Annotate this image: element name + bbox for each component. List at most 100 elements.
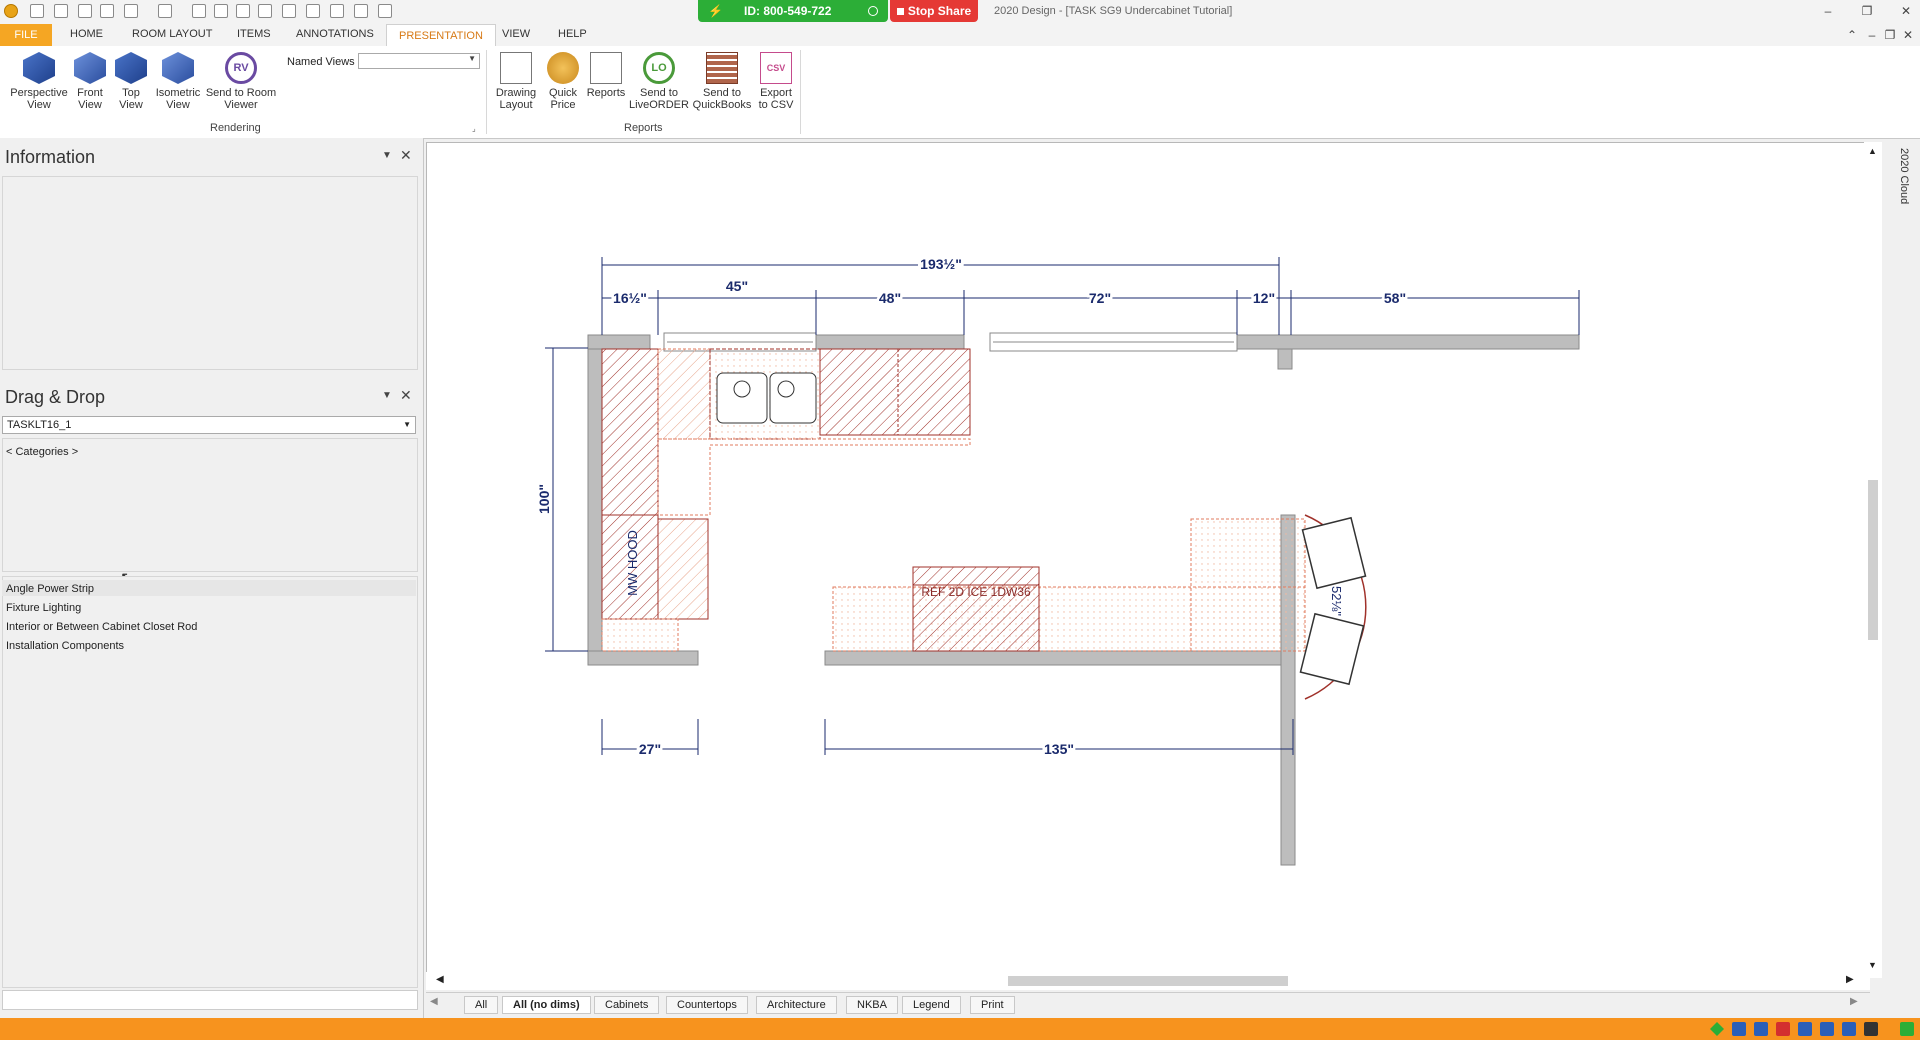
wall-top-mid	[815, 334, 965, 350]
cut-icon[interactable]	[192, 4, 206, 18]
diamond-icon[interactable]	[1710, 1022, 1724, 1036]
send-to-liveorder-button[interactable]: LO Send to LiveORDER	[629, 52, 689, 111]
dialog-launcher-icon[interactable]: ⌟	[472, 124, 476, 133]
copy-icon[interactable]	[214, 4, 228, 18]
fit-icon[interactable]	[330, 4, 344, 18]
catalog-dropdown[interactable]: TASKLT16_1 ▼	[2, 416, 416, 434]
information-panel-body	[2, 176, 418, 370]
quick-price-button[interactable]: Quick Price	[544, 52, 582, 111]
list-item[interactable]: Interior or Between Cabinet Closet Rod	[6, 621, 197, 633]
chevron-down-icon[interactable]: ▼	[382, 390, 392, 401]
group-separator	[486, 50, 487, 134]
new-file-icon[interactable]	[54, 4, 68, 18]
ribbon-collapse-icon[interactable]: ⌃	[1842, 27, 1862, 43]
link-icon[interactable]	[1842, 1022, 1856, 1036]
open-folder-icon[interactable]	[78, 4, 92, 18]
tab-all-no-dims[interactable]: All (no dims)	[502, 996, 591, 1014]
chevron-down-icon[interactable]: ▼	[382, 150, 392, 161]
tab-nkba[interactable]: NKBA	[846, 996, 898, 1014]
information-title: Information	[5, 147, 96, 167]
tab-view[interactable]: VIEW	[502, 28, 530, 40]
scrollbar-thumb[interactable]	[1008, 976, 1288, 986]
app-icon[interactable]	[4, 4, 18, 18]
top-view-button[interactable]: Top View	[113, 52, 149, 111]
send-to-quickbooks-button[interactable]: Send to QuickBooks	[690, 52, 754, 111]
scrollbar-thumb[interactable]	[1868, 480, 1878, 640]
table-icon[interactable]	[1798, 1022, 1812, 1036]
front-view-button[interactable]: Front View	[72, 52, 108, 111]
window-title: 2020 Design - [TASK SG9 Undercabinet Tut…	[994, 5, 1233, 17]
rendering-group-label: Rendering	[210, 122, 261, 134]
tab-scroll-right-icon[interactable]: ▶	[1850, 996, 1858, 1007]
view-3d-icon[interactable]	[378, 4, 392, 18]
doc-minimize-button[interactable]: –	[1862, 27, 1882, 43]
delete-icon[interactable]	[258, 4, 272, 18]
send-to-room-viewer-button[interactable]: RV Send to Room Viewer	[204, 52, 278, 111]
tab-countertops[interactable]: Countertops	[666, 996, 748, 1014]
bar-stool-top	[1301, 516, 1367, 590]
restore-button[interactable]: ❐	[1857, 3, 1877, 19]
close-icon[interactable]: ✕	[400, 387, 412, 404]
perspective-view-label: Perspective View	[10, 87, 68, 111]
tab-items[interactable]: ITEMS	[237, 28, 271, 40]
perspective-view-button[interactable]: Perspective View	[6, 52, 72, 111]
reports-button[interactable]: Reports	[584, 52, 628, 99]
minimize-button[interactable]: –	[1818, 3, 1838, 19]
snap-icon[interactable]	[1776, 1022, 1790, 1036]
list-item[interactable]: Fixture Lighting	[6, 602, 81, 614]
tab-help[interactable]: HELP	[558, 28, 587, 40]
scroll-up-icon[interactable]: ▲	[1868, 146, 1877, 156]
tab-annotations[interactable]: ANNOTATIONS	[296, 28, 374, 40]
grid-icon[interactable]	[306, 4, 320, 18]
isometric-view-button[interactable]: Isometric View	[152, 52, 204, 111]
layers-icon[interactable]	[1754, 1022, 1768, 1036]
close-button[interactable]: ✕	[1896, 3, 1916, 19]
ortho-icon[interactable]	[1820, 1022, 1834, 1036]
list-icon[interactable]	[282, 4, 296, 18]
tab-cabinets[interactable]: Cabinets	[594, 996, 660, 1014]
countertop-bottom-left	[601, 618, 679, 652]
save-icon[interactable]	[100, 4, 114, 18]
cloud-side-panel	[1890, 142, 1920, 1018]
cloud-panel-tab[interactable]: 2020 Cloud	[1898, 148, 1910, 204]
export-to-csv-button[interactable]: CSV Export to CSV	[756, 52, 796, 111]
liveorder-icon: LO	[643, 52, 675, 84]
tab-all[interactable]: All	[464, 996, 499, 1014]
tab-home[interactable]: HOME	[70, 28, 103, 40]
tab-legend[interactable]: Legend	[902, 996, 961, 1014]
dim-100: 100"	[536, 484, 552, 514]
tab-print[interactable]: Print	[970, 996, 1015, 1014]
scroll-left-icon[interactable]: ◀	[436, 974, 444, 985]
print-icon[interactable]	[30, 4, 44, 18]
categories-link[interactable]: < Categories >	[6, 446, 78, 458]
tab-presentation[interactable]: PRESENTATION	[386, 24, 496, 46]
wall-stub	[1277, 348, 1293, 370]
tab-architecture[interactable]: Architecture	[756, 996, 837, 1014]
list-item[interactable]: Angle Power Strip	[6, 583, 94, 595]
undo-icon[interactable]	[124, 4, 138, 18]
paste-icon[interactable]	[236, 4, 250, 18]
horizontal-scrollbar[interactable]: ◀ ▶	[426, 972, 1870, 990]
camera-icon[interactable]	[1864, 1022, 1878, 1036]
reports-label: Reports	[586, 87, 626, 99]
close-icon[interactable]: ✕	[400, 147, 412, 164]
drawing-canvas[interactable]: MW HOOD REF 2D ICE 1DW36 52⅛" 193½" 16½"…	[426, 142, 1870, 978]
tab-file[interactable]: FILE	[0, 24, 52, 46]
status-bar	[0, 1018, 1920, 1040]
tab-scroll-left-icon[interactable]: ◀	[430, 996, 438, 1007]
list-item[interactable]: Installation Components	[6, 640, 124, 652]
scroll-down-icon[interactable]: ▼	[1868, 960, 1877, 970]
redo-icon[interactable]	[158, 4, 172, 18]
tab-room-layout[interactable]: ROOM LAYOUT	[132, 28, 212, 40]
scroll-right-icon[interactable]: ▶	[1846, 974, 1854, 985]
grid-icon[interactable]	[1732, 1022, 1746, 1036]
vertical-scrollbar[interactable]: ▲ ▼	[1864, 142, 1882, 978]
zoom-icon[interactable]	[354, 4, 368, 18]
doc-restore-button[interactable]: ❐	[1880, 27, 1900, 43]
panel-search-input[interactable]	[2, 990, 418, 1010]
named-views-dropdown[interactable]: ▼	[358, 53, 480, 69]
drawing-layout-button[interactable]: Drawing Layout	[490, 52, 542, 111]
doc-close-button[interactable]: ✕	[1898, 27, 1918, 43]
flag-icon[interactable]	[1900, 1022, 1914, 1036]
stop-share-button[interactable]: Stop Share	[890, 0, 978, 22]
